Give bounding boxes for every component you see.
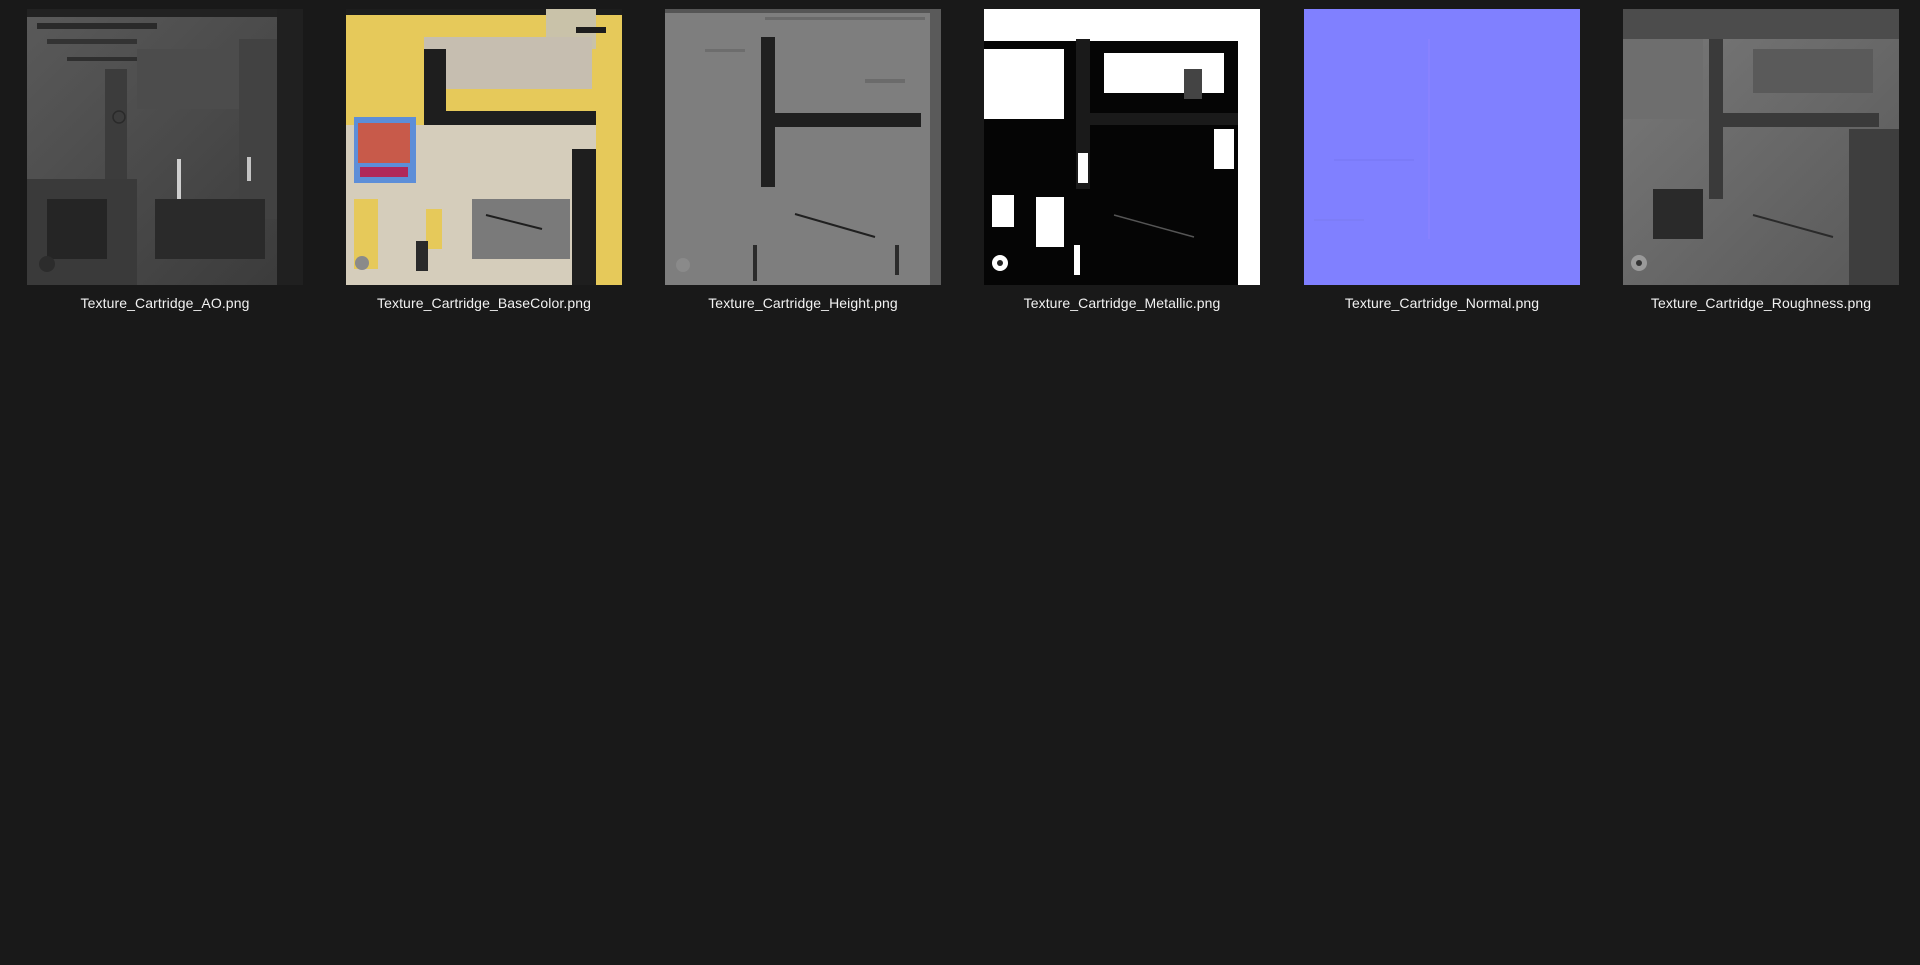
height-texture-thumbnail	[665, 9, 941, 285]
file-name: Texture_Cartridge_AO.png	[80, 295, 250, 311]
file-item-basecolor[interactable]: Texture_Cartridge_BaseColor.png	[346, 9, 622, 311]
ao-texture-thumbnail	[27, 9, 303, 285]
file-name: Texture_Cartridge_Roughness.png	[1650, 295, 1872, 311]
file-item-metallic[interactable]: Texture_Cartridge_Metallic.png	[984, 9, 1260, 311]
file-item-roughness[interactable]: Texture_Cartridge_Roughness.png	[1623, 9, 1899, 311]
file-name: Texture_Cartridge_Height.png	[708, 295, 898, 311]
file-name: Texture_Cartridge_Normal.png	[1344, 295, 1540, 311]
basecolor-texture-thumbnail	[346, 9, 622, 285]
roughness-texture-thumbnail	[1623, 9, 1899, 285]
file-name: Texture_Cartridge_BaseColor.png	[376, 295, 591, 311]
metallic-texture-thumbnail	[984, 9, 1260, 285]
normal-texture-thumbnail	[1304, 9, 1580, 285]
file-grid: Texture_Cartridge_AO.png Texture_Cartrid…	[0, 0, 1920, 965]
file-item-normal[interactable]: Texture_Cartridge_Normal.png	[1304, 9, 1580, 311]
file-name: Texture_Cartridge_Metallic.png	[1023, 295, 1221, 311]
file-item-height[interactable]: Texture_Cartridge_Height.png	[665, 9, 941, 311]
file-item-ao[interactable]: Texture_Cartridge_AO.png	[27, 9, 303, 311]
